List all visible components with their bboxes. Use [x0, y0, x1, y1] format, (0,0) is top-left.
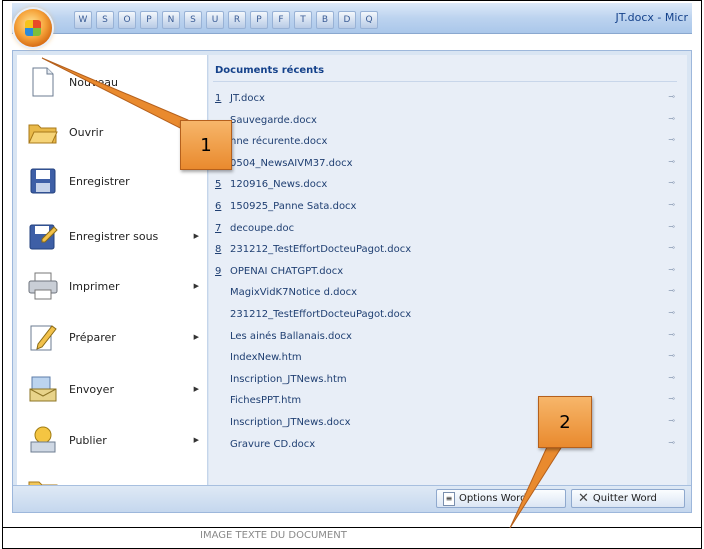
callout-1-pointer — [41, 57, 193, 135]
callout-2-pointer — [509, 435, 567, 529]
callout-2: 2 — [538, 396, 592, 448]
callout-1: 1 — [180, 120, 232, 170]
callout-pointers — [41, 57, 567, 529]
